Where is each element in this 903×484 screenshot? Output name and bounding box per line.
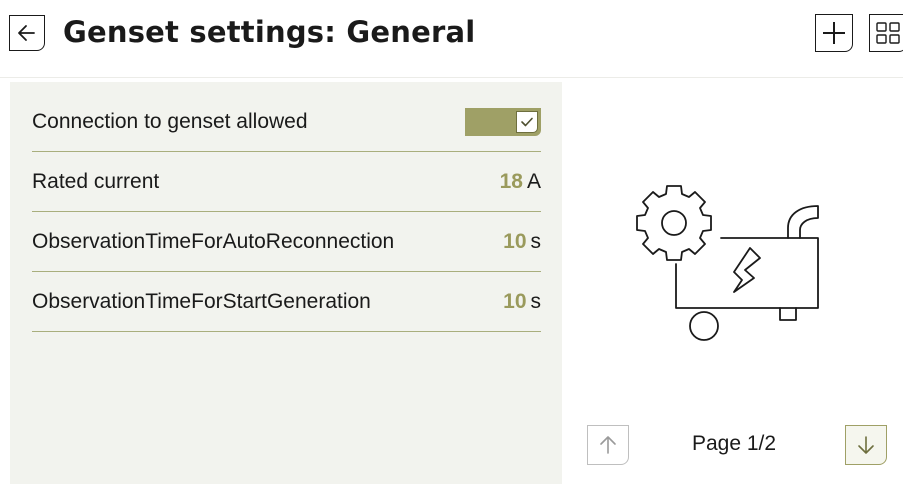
header: Genset settings: General bbox=[0, 0, 903, 78]
grid-icon bbox=[876, 22, 900, 44]
arrow-left-icon bbox=[18, 25, 35, 41]
add-button[interactable] bbox=[815, 14, 853, 52]
setting-label: Connection to genset allowed bbox=[32, 109, 308, 133]
back-button[interactable] bbox=[9, 15, 45, 51]
page-up-button[interactable] bbox=[587, 425, 629, 465]
checkmark-icon bbox=[521, 117, 533, 127]
page-down-button[interactable] bbox=[845, 425, 887, 465]
setting-row-auto-reconnection-time[interactable]: ObservationTimeForAutoReconnection 10 s bbox=[32, 212, 541, 272]
connection-allowed-toggle[interactable] bbox=[465, 108, 541, 136]
plus-icon bbox=[823, 22, 845, 44]
toggle-knob bbox=[516, 111, 538, 133]
setting-label: ObservationTimeForAutoReconnection bbox=[32, 229, 395, 253]
setting-value: 10 s bbox=[503, 272, 541, 331]
setting-row-start-generation-time[interactable]: ObservationTimeForStartGeneration 10 s bbox=[32, 272, 541, 332]
value-number: 10 bbox=[503, 289, 527, 313]
arrow-up-icon bbox=[600, 436, 616, 454]
value-unit: s bbox=[530, 229, 542, 253]
value-number: 18 bbox=[499, 169, 523, 193]
settings-panel: Connection to genset allowed Rated curre… bbox=[10, 82, 562, 484]
setting-label: Rated current bbox=[32, 169, 160, 193]
setting-value: 18 A bbox=[500, 152, 541, 211]
genset-icon bbox=[636, 185, 819, 341]
value-unit: s bbox=[530, 289, 542, 313]
value-number: 10 bbox=[503, 229, 527, 253]
value-unit: A bbox=[526, 169, 541, 193]
setting-row-rated-current[interactable]: Rated current 18 A bbox=[32, 152, 541, 212]
page-title: Genset settings: General bbox=[63, 15, 476, 49]
grid-view-button[interactable] bbox=[869, 14, 903, 52]
page-indicator: Page 1/2 bbox=[692, 432, 777, 455]
arrow-down-icon bbox=[858, 436, 874, 454]
setting-value: 10 s bbox=[503, 212, 541, 271]
setting-row-connection-allowed: Connection to genset allowed bbox=[32, 92, 541, 152]
setting-label: ObservationTimeForStartGeneration bbox=[32, 289, 371, 313]
